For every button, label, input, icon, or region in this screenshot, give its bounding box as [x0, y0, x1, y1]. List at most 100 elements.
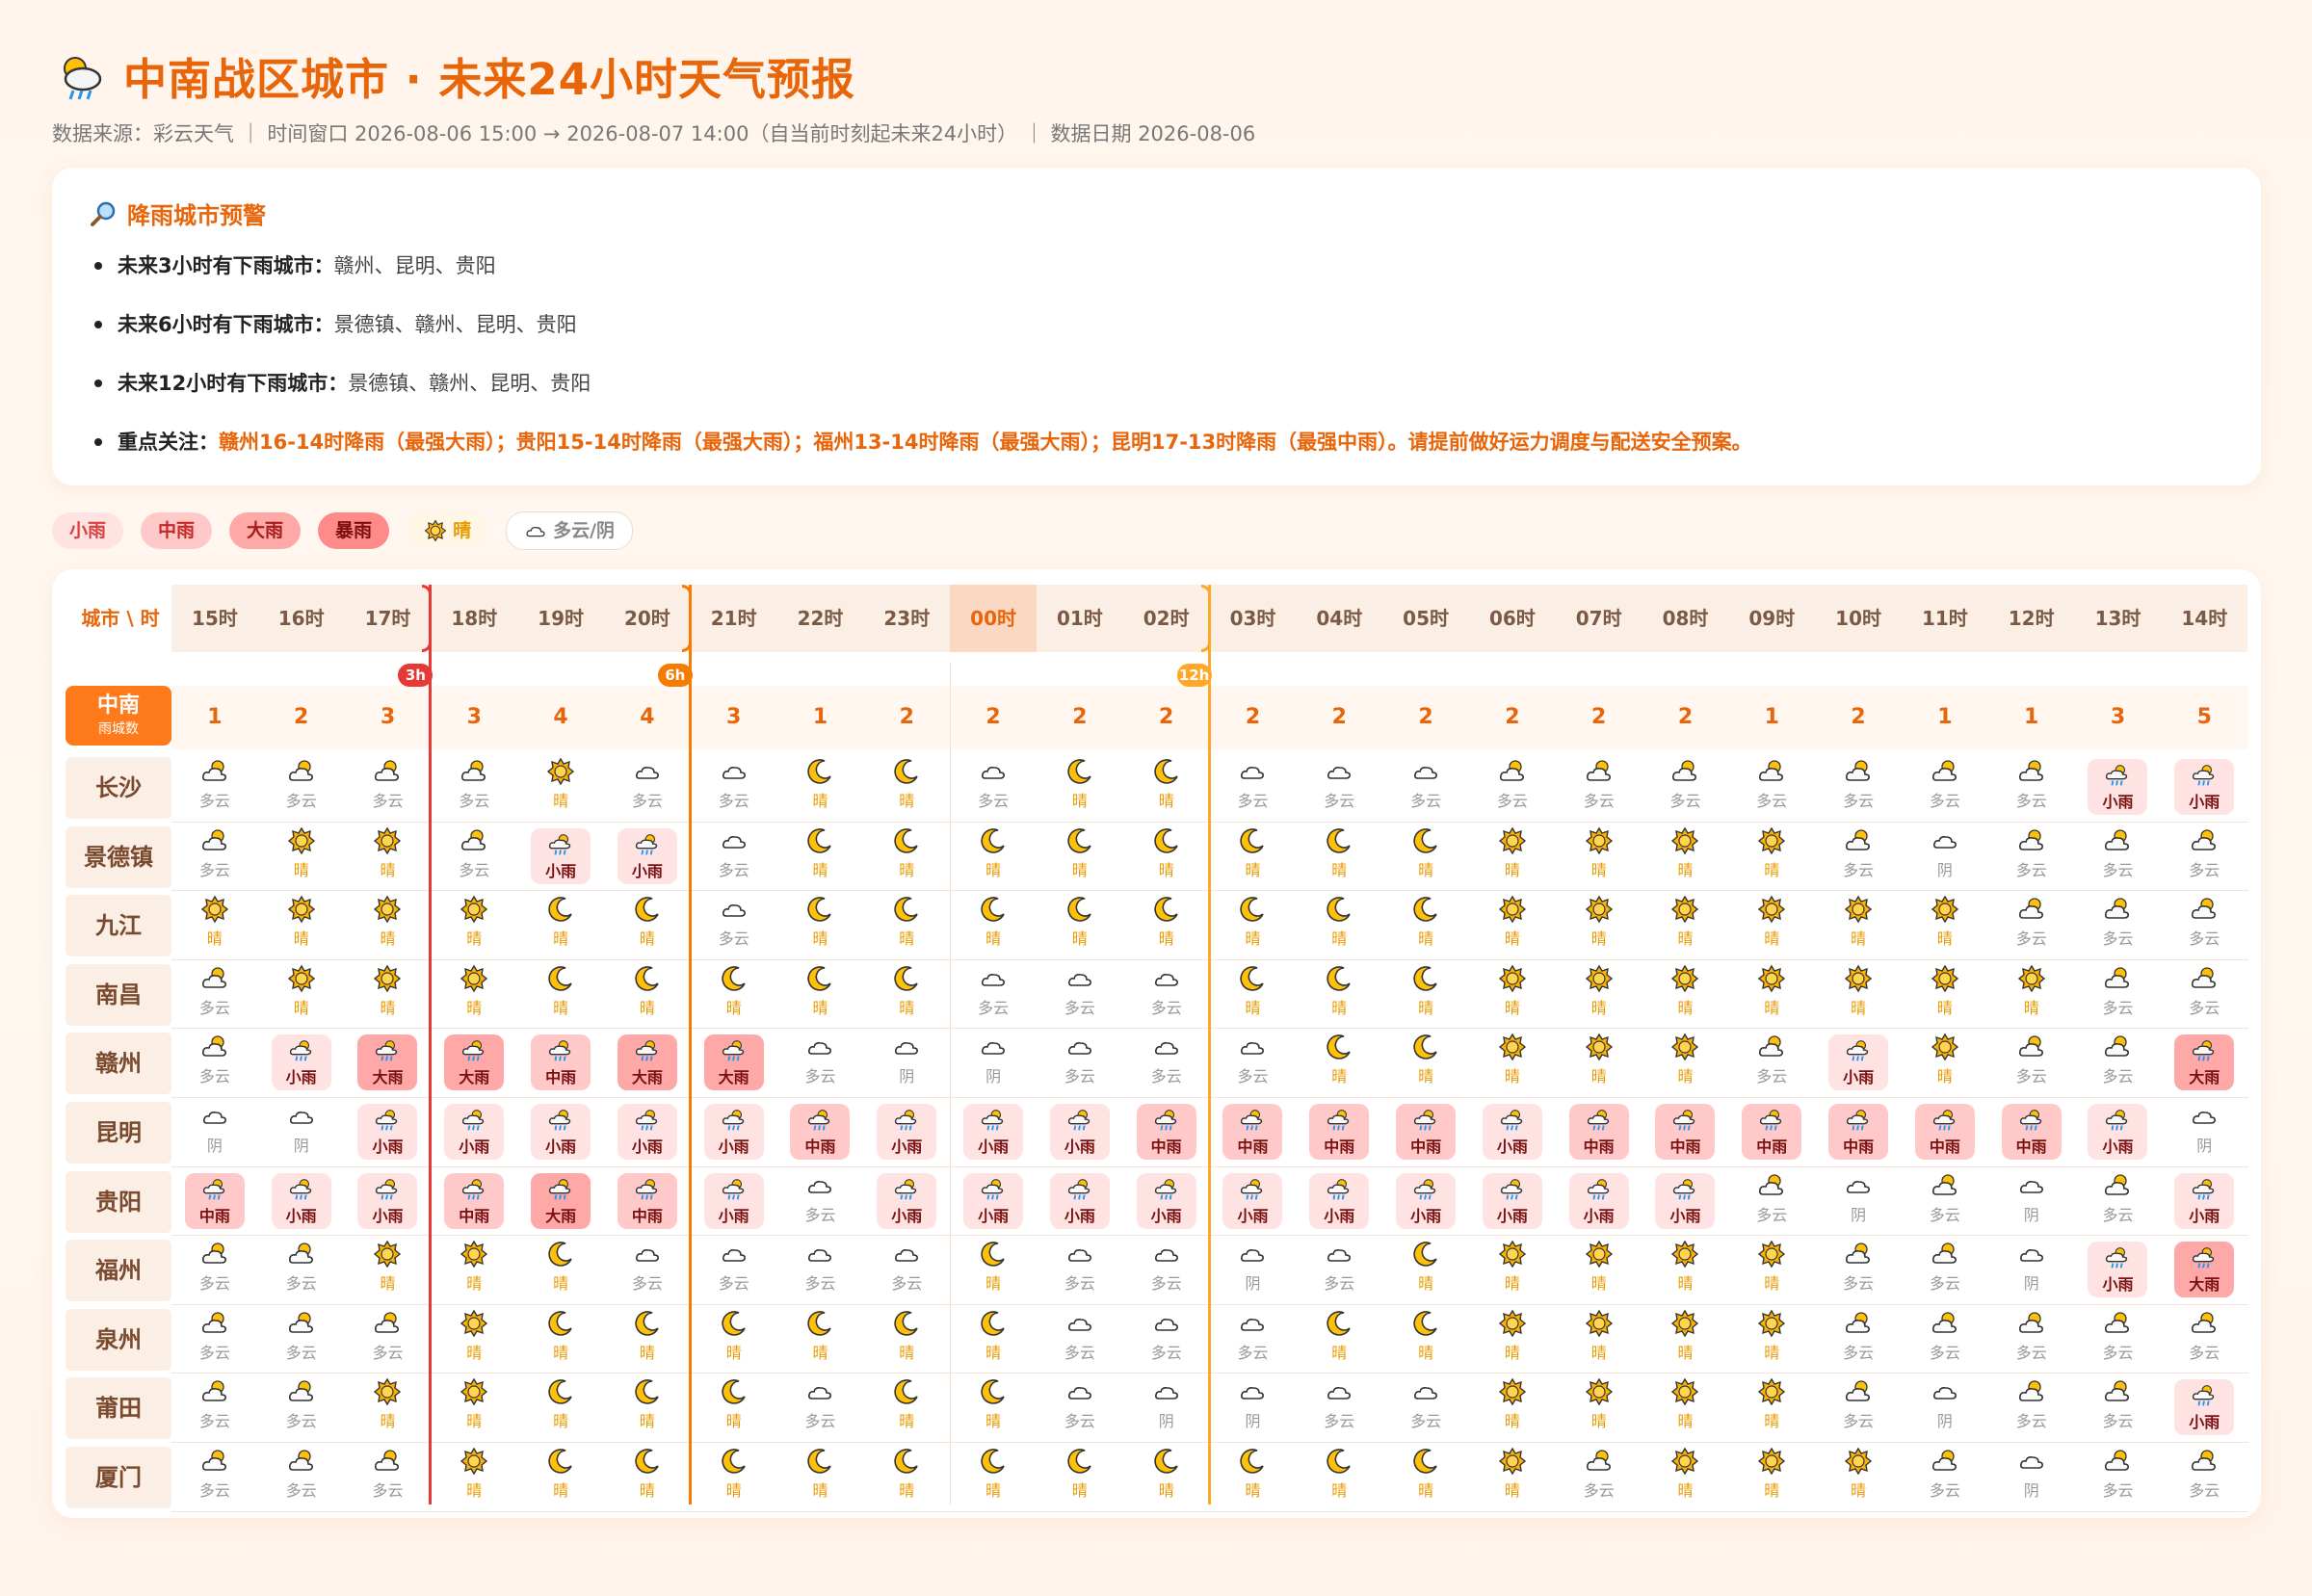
rain-count: 2	[1331, 705, 1347, 729]
weather-cell: 晴	[1123, 823, 1210, 892]
rain-badge: 中雨	[1309, 1104, 1370, 1160]
partly-cloudy-icon	[2018, 760, 2043, 781]
rain-badge: 小雨	[1482, 1172, 1542, 1229]
sun-icon	[1671, 1033, 1699, 1061]
sun-icon	[374, 826, 402, 854]
rain-icon	[1587, 1110, 1609, 1131]
weather-cell: 多云	[1728, 1029, 1815, 1098]
hour-header: 07时	[1555, 585, 1642, 652]
partly-cloudy-icon	[2192, 828, 2217, 850]
weather-cell: 晴	[691, 960, 777, 1030]
weather-cell: 晴	[1815, 960, 1902, 1030]
moon-icon	[807, 827, 832, 853]
moon-icon	[1327, 897, 1352, 922]
cloud-icon	[808, 1249, 832, 1262]
rain-icon	[2193, 1385, 2215, 1406]
partly-cloudy-icon	[2105, 1173, 2130, 1195]
moon-icon	[1413, 897, 1437, 922]
rain-icon	[982, 1110, 1004, 1131]
weather-cell: 多云	[777, 1167, 864, 1237]
rain-badge: 中雨	[1914, 1104, 1975, 1160]
sun-icon	[374, 895, 402, 924]
partly-cloudy-icon	[1759, 1173, 1784, 1195]
weather-cell: 晴	[1210, 823, 1297, 892]
sun-icon	[1758, 1240, 1786, 1269]
rain-badge: 小雨	[1396, 1172, 1457, 1229]
moon-icon	[722, 1310, 746, 1336]
weather-cell: 小雨	[691, 1167, 777, 1237]
weather-cell: 大雨	[2161, 1236, 2247, 1305]
hour-header: 16时	[257, 585, 345, 652]
moon-icon	[635, 897, 659, 922]
weather-cell: 晴	[863, 891, 950, 960]
cloud-icon	[895, 1042, 919, 1056]
sun-icon	[2017, 964, 2045, 993]
cloud-icon	[1154, 1042, 1178, 1056]
rain-count: 2	[1591, 705, 1607, 729]
rain-badge: 小雨	[531, 1104, 591, 1160]
moon-icon	[1067, 897, 1091, 922]
rain-cloud-sun-icon	[64, 56, 102, 99]
weather-cell: 晴	[1902, 960, 1988, 1030]
hour-header: 13时	[2074, 585, 2162, 652]
partly-cloudy-icon	[2018, 1380, 2043, 1402]
weather-cell: 中雨	[1642, 1098, 1729, 1167]
rain-badge: 小雨	[531, 827, 591, 884]
cloud-icon	[1067, 1318, 1091, 1331]
partly-cloudy-icon	[2018, 1312, 2043, 1333]
weather-cell: 晴	[950, 1236, 1037, 1305]
rain-icon	[1587, 1178, 1609, 1200]
rain-count: 4	[553, 705, 568, 729]
weather-cell: 晴	[1469, 1443, 1556, 1512]
weather-cell: 多云	[171, 1374, 258, 1443]
partly-cloudy-icon	[2192, 1312, 2217, 1333]
weather-cell: 小雨	[863, 1098, 950, 1167]
rain-icon	[549, 833, 571, 855]
weather-cell: 晴	[604, 1443, 691, 1512]
partly-cloudy-icon	[201, 967, 226, 988]
weather-cell: 多云	[1902, 1305, 1988, 1374]
moon-icon	[807, 965, 832, 991]
weather-cell: 多云	[171, 960, 258, 1030]
weather-cell: 小雨	[1382, 1167, 1469, 1237]
weather-cell: 晴	[431, 891, 517, 960]
moon-icon	[807, 1310, 832, 1336]
rain-icon	[376, 1178, 398, 1200]
rain-icon	[1327, 1110, 1350, 1131]
page-title: 中南战区城市 · 未来24小时天气预报	[123, 54, 856, 105]
hour-header: 06时	[1469, 585, 1556, 652]
rain-alert-card: 降雨城市预警 未来3小时有下雨城市：赣州、昆明、贵阳 未来6小时有下雨城市：景德…	[52, 168, 2261, 485]
weather-cell: 小雨	[2161, 1167, 2247, 1237]
rain-badge: 中雨	[1742, 1104, 1802, 1160]
rain-badge: 小雨	[1049, 1104, 1110, 1160]
weather-cell: 多云	[258, 1443, 345, 1512]
sun-icon	[1758, 964, 1786, 993]
moon-icon	[981, 897, 1005, 922]
weather-cell: 晴	[1210, 1443, 1297, 1512]
weather-cell: 小雨	[431, 1098, 517, 1167]
weather-cell: 晴	[777, 960, 864, 1030]
weather-cell: 多云	[1037, 960, 1123, 1030]
weather-cell: 晴	[604, 891, 691, 960]
city-label: 长沙	[66, 757, 171, 819]
weather-cell: 多云	[2075, 823, 2162, 892]
city-label: 贵阳	[66, 1170, 171, 1233]
moon-icon	[981, 1310, 1005, 1336]
weather-cell: 晴	[604, 1374, 691, 1443]
weather-cell: 小雨	[1642, 1167, 1729, 1237]
window-marker-line	[429, 585, 433, 1504]
rain-icon	[808, 1110, 830, 1131]
moon-icon	[1327, 827, 1352, 853]
moon-icon	[635, 1449, 659, 1474]
weather-cell: 多云	[604, 753, 691, 823]
rain-badge: 小雨	[1049, 1172, 1110, 1229]
sun-icon	[1671, 895, 1699, 924]
partly-cloudy-icon	[2018, 898, 2043, 919]
sun-icon	[1498, 826, 1527, 854]
window-marker-bracket	[422, 585, 433, 652]
city-label: 泉州	[66, 1308, 171, 1371]
rain-count: 3	[726, 705, 742, 729]
weather-cell: 晴	[345, 1236, 432, 1305]
weather-cell: 多云	[258, 1305, 345, 1374]
weather-cell: 小雨	[1037, 1098, 1123, 1167]
